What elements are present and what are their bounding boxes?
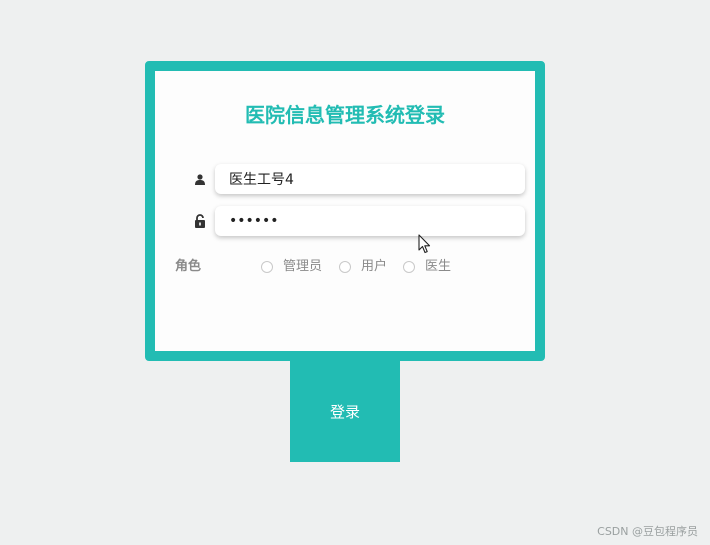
- login-title: 医院信息管理系统登录: [245, 103, 445, 127]
- watermark: CSDN @豆包程序员: [597, 525, 698, 538]
- radio-doctor[interactable]: [403, 261, 415, 273]
- user-icon: [185, 163, 215, 195]
- password-row: [185, 205, 525, 237]
- lock-icon: [185, 205, 215, 237]
- username-input[interactable]: [215, 164, 525, 194]
- role-option-doctor[interactable]: 医生: [403, 257, 451, 277]
- login-card: 医院信息管理系统登录 角色 管理员 用户: [145, 61, 545, 361]
- radio-admin[interactable]: [261, 261, 273, 273]
- role-option-label: 用户: [361, 259, 388, 274]
- username-row: [185, 163, 525, 195]
- role-row: 角色 管理员 用户 医生: [175, 257, 535, 277]
- role-label: 角色: [175, 259, 202, 274]
- radio-user[interactable]: [339, 261, 351, 273]
- role-option-label: 医生: [425, 259, 452, 274]
- password-input[interactable]: [215, 206, 525, 236]
- login-button[interactable]: 登录: [290, 361, 400, 462]
- role-option-label: 管理员: [283, 259, 323, 274]
- role-option-user[interactable]: 用户: [339, 257, 387, 277]
- role-option-admin[interactable]: 管理员: [261, 257, 322, 277]
